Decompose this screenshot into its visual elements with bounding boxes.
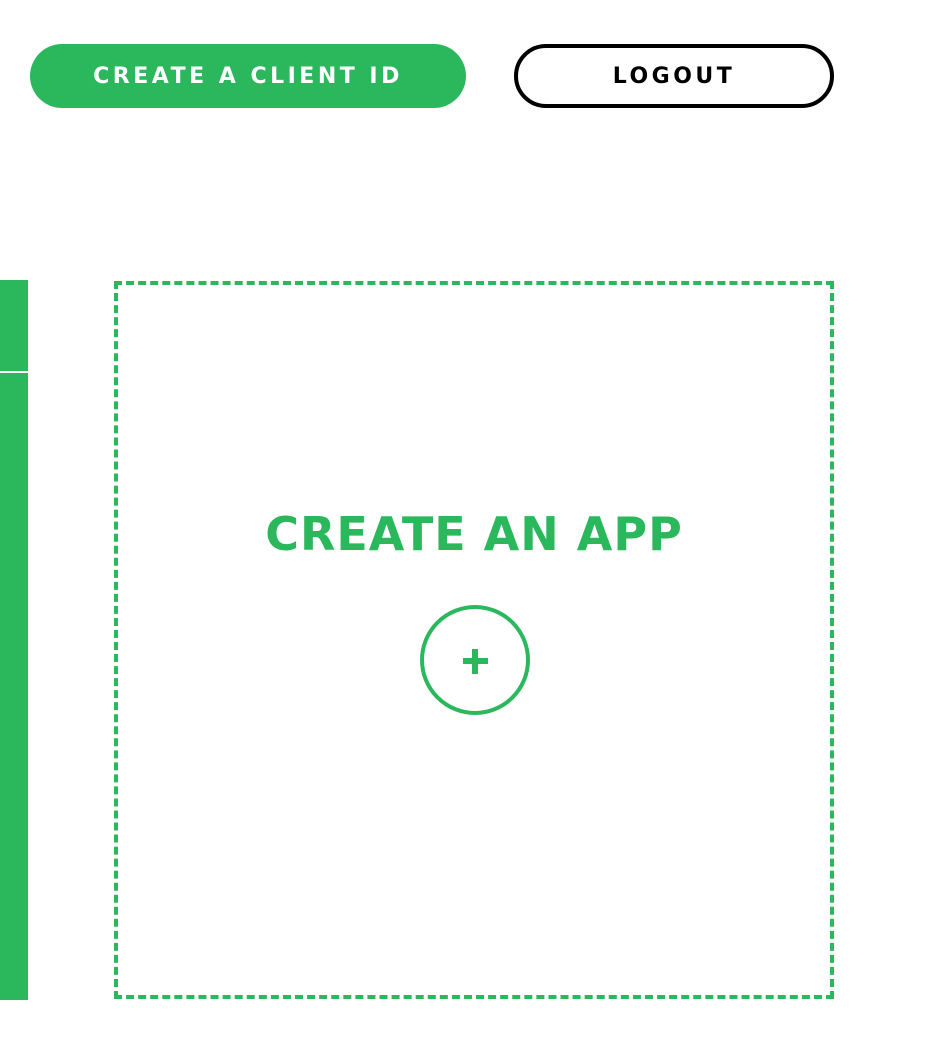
plus-icon-vertical <box>472 649 478 674</box>
create-app-card[interactable]: CREATE AN APP <box>114 281 834 999</box>
create-app-title: CREATE AN APP <box>265 507 683 561</box>
create-client-id-button[interactable]: CREATE A CLIENT ID <box>30 44 466 108</box>
sidebar-panel-bottom <box>0 373 28 1000</box>
sidebar-panel-top <box>0 280 28 371</box>
create-client-id-label: CREATE A CLIENT ID <box>93 63 403 89</box>
logout-label: LOGOUT <box>612 63 736 89</box>
logout-button[interactable]: LOGOUT <box>514 44 834 108</box>
plus-circle-icon[interactable] <box>420 605 530 715</box>
